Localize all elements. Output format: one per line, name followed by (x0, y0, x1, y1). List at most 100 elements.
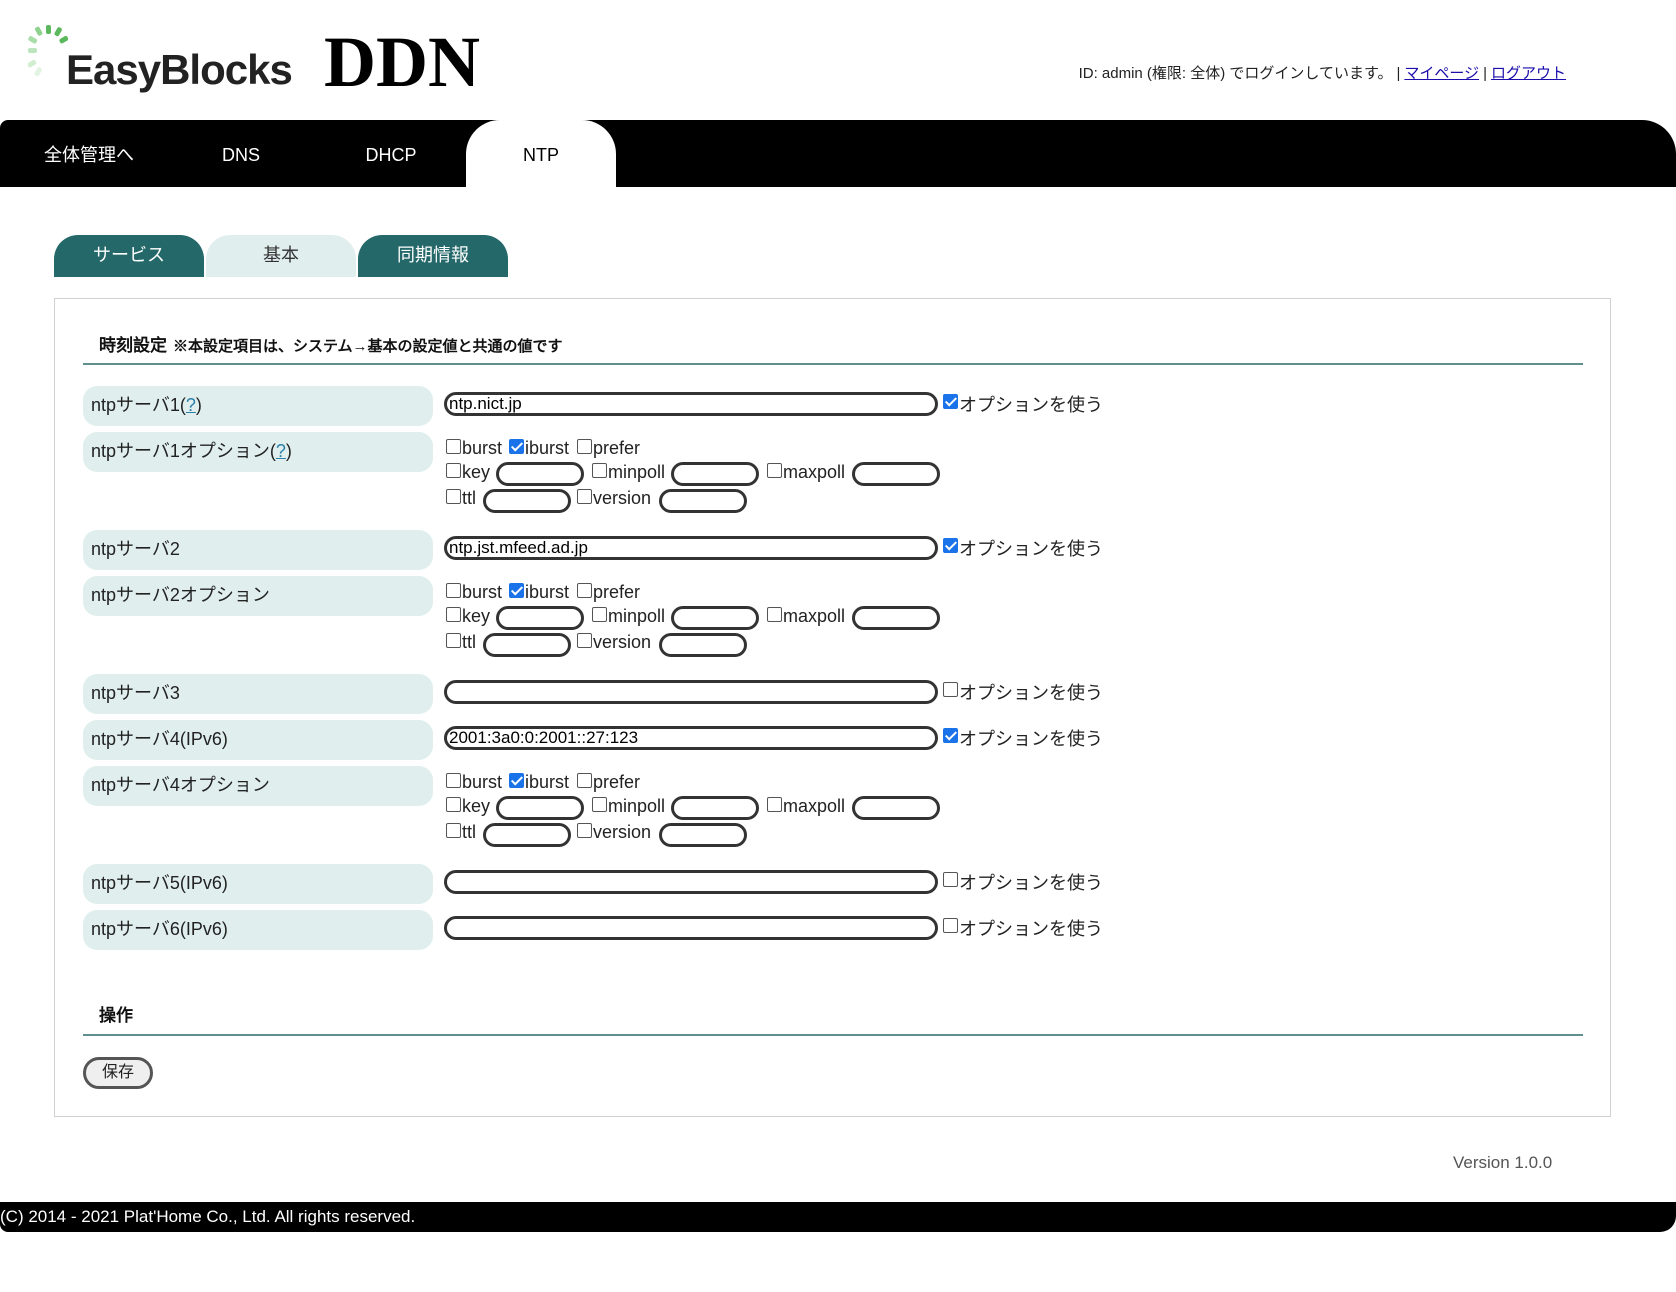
server6-use-option-label: オプションを使う (959, 919, 1103, 939)
server5-label: ntpサーバ5(IPv6) (83, 864, 433, 904)
section-title-text: 時刻設定 (99, 336, 167, 355)
operation-divider (83, 1034, 1583, 1036)
server1-options-label-text: ntpサーバ1オプション( (91, 441, 276, 461)
server1-maxpoll-input[interactable] (852, 462, 940, 486)
server2-label: ntpサーバ2 (83, 530, 433, 570)
version-label: version (593, 822, 652, 842)
operation-title: 操作 (99, 1006, 133, 1025)
server2-minpoll-checkbox[interactable] (592, 607, 607, 622)
nav-item-dns[interactable]: DNS (166, 120, 316, 187)
tab-basic[interactable]: 基本 (206, 235, 356, 277)
login-info: ID: admin (権限: 全体) でログインしています。 | マイページ | ログア… (1079, 62, 1566, 83)
key-label: key (462, 606, 491, 626)
server2-options-label: ntpサーバ2オプション (83, 576, 433, 616)
server2-maxpoll-checkbox[interactable] (767, 607, 782, 622)
server2-ttl-input[interactable] (483, 633, 571, 657)
server4-ttl-checkbox[interactable] (446, 823, 461, 838)
iburst-label: iburst (525, 772, 570, 792)
key-label: key (462, 462, 491, 482)
server2-maxpoll-input[interactable] (852, 606, 940, 630)
server1-version-input[interactable] (659, 489, 747, 513)
server4-burst-checkbox[interactable] (446, 773, 461, 788)
server2-prefer-checkbox[interactable] (577, 583, 592, 598)
server4-iburst-checkbox[interactable] (509, 773, 524, 788)
server1-label-end: ) (195, 395, 202, 415)
mypage-link[interactable]: マイページ (1404, 65, 1479, 82)
server1-help-link[interactable]: ? (186, 395, 196, 415)
server4-key-input[interactable] (496, 796, 584, 820)
iburst-label: iburst (525, 582, 570, 602)
version-text: Version 1.0.0 (1453, 1153, 1553, 1172)
server2-use-option-label: オプションを使う (959, 539, 1103, 559)
server6-label: ntpサーバ6(IPv6) (83, 910, 433, 950)
server1-minpoll-input[interactable] (671, 462, 759, 486)
ttl-label: ttl (462, 488, 477, 508)
maxpoll-label: maxpoll (783, 606, 846, 626)
nav-item-global-admin[interactable]: 全体管理へ (14, 120, 164, 187)
server6-input[interactable] (444, 916, 938, 940)
server4-ttl-input[interactable] (483, 823, 571, 847)
server1-ttl-checkbox[interactable] (446, 489, 461, 504)
server1-key-input[interactable] (496, 462, 584, 486)
server4-use-option-checkbox[interactable] (943, 728, 958, 743)
server4-prefer-checkbox[interactable] (577, 773, 592, 788)
burst-label: burst (462, 582, 503, 602)
server3-label: ntpサーバ3 (83, 674, 433, 714)
server1-iburst-checkbox[interactable] (509, 439, 524, 454)
server4-use-option-label: オプションを使う (959, 729, 1103, 749)
server4-input[interactable]: 2001:3a0:0:2001::27:123 (444, 726, 938, 750)
server1-minpoll-checkbox[interactable] (592, 463, 607, 478)
server5-input[interactable] (444, 870, 938, 894)
server2-input[interactable]: ntp.jst.mfeed.ad.jp (444, 536, 938, 560)
server1-maxpoll-checkbox[interactable] (767, 463, 782, 478)
product-title: DDN (324, 22, 480, 102)
server1-options-help-link[interactable]: ? (276, 441, 286, 461)
server6-use-option-checkbox[interactable] (943, 918, 958, 933)
server1-use-option-checkbox[interactable] (943, 394, 958, 409)
login-status: ID: admin (権限: 全体) でログインしています。 (1078, 65, 1393, 82)
separator: | (1483, 65, 1487, 82)
server2-burst-checkbox[interactable] (446, 583, 461, 598)
server1-label: ntpサーバ1(?) (83, 386, 433, 426)
server2-version-input[interactable] (659, 633, 747, 657)
server4-maxpoll-input[interactable] (852, 796, 940, 820)
maxpoll-label: maxpoll (783, 796, 846, 816)
server4-key-checkbox[interactable] (446, 797, 461, 812)
nav-item-ntp[interactable]: NTP (466, 120, 616, 187)
server3-use-option-checkbox[interactable] (943, 682, 958, 697)
main-nav: 全体管理へ DNS DHCP NTP (0, 120, 1676, 187)
server2-use-option-checkbox[interactable] (943, 538, 958, 553)
maxpoll-label: maxpoll (783, 462, 846, 482)
server4-version-input[interactable] (659, 823, 747, 847)
server2-key-checkbox[interactable] (446, 607, 461, 622)
server2-version-checkbox[interactable] (577, 633, 592, 648)
server4-minpoll-input[interactable] (671, 796, 759, 820)
server1-prefer-checkbox[interactable] (577, 439, 592, 454)
server3-input[interactable] (444, 680, 938, 704)
logout-link[interactable]: ログアウト (1491, 65, 1566, 82)
save-button[interactable]: 保存 (83, 1057, 153, 1089)
nav-item-dhcp[interactable]: DHCP (316, 120, 466, 187)
logo-text: EasyBlocks (66, 46, 293, 93)
server4-maxpoll-checkbox[interactable] (767, 797, 782, 812)
server2-iburst-checkbox[interactable] (509, 583, 524, 598)
footer: (C) 2014 - 2021 Plat'Home Co., Ltd. All … (0, 1202, 1676, 1232)
separator: | (1396, 65, 1401, 82)
server1-burst-checkbox[interactable] (446, 439, 461, 454)
server4-minpoll-checkbox[interactable] (592, 797, 607, 812)
server2-minpoll-input[interactable] (671, 606, 759, 630)
prefer-label: prefer (593, 582, 641, 602)
server4-version-checkbox[interactable] (577, 823, 592, 838)
server1-ttl-input[interactable] (483, 489, 571, 513)
server3-use-option-label: オプションを使う (959, 683, 1103, 703)
server1-version-checkbox[interactable] (577, 489, 592, 504)
key-label: key (462, 796, 491, 816)
server2-key-input[interactable] (496, 606, 584, 630)
server4-options-label: ntpサーバ4オプション (83, 766, 433, 806)
tab-service[interactable]: サービス (54, 235, 204, 277)
server5-use-option-checkbox[interactable] (943, 872, 958, 887)
server1-key-checkbox[interactable] (446, 463, 461, 478)
tab-sync-info[interactable]: 同期情報 (358, 235, 508, 277)
server1-input[interactable]: ntp.nict.jp (444, 392, 938, 416)
server2-ttl-checkbox[interactable] (446, 633, 461, 648)
